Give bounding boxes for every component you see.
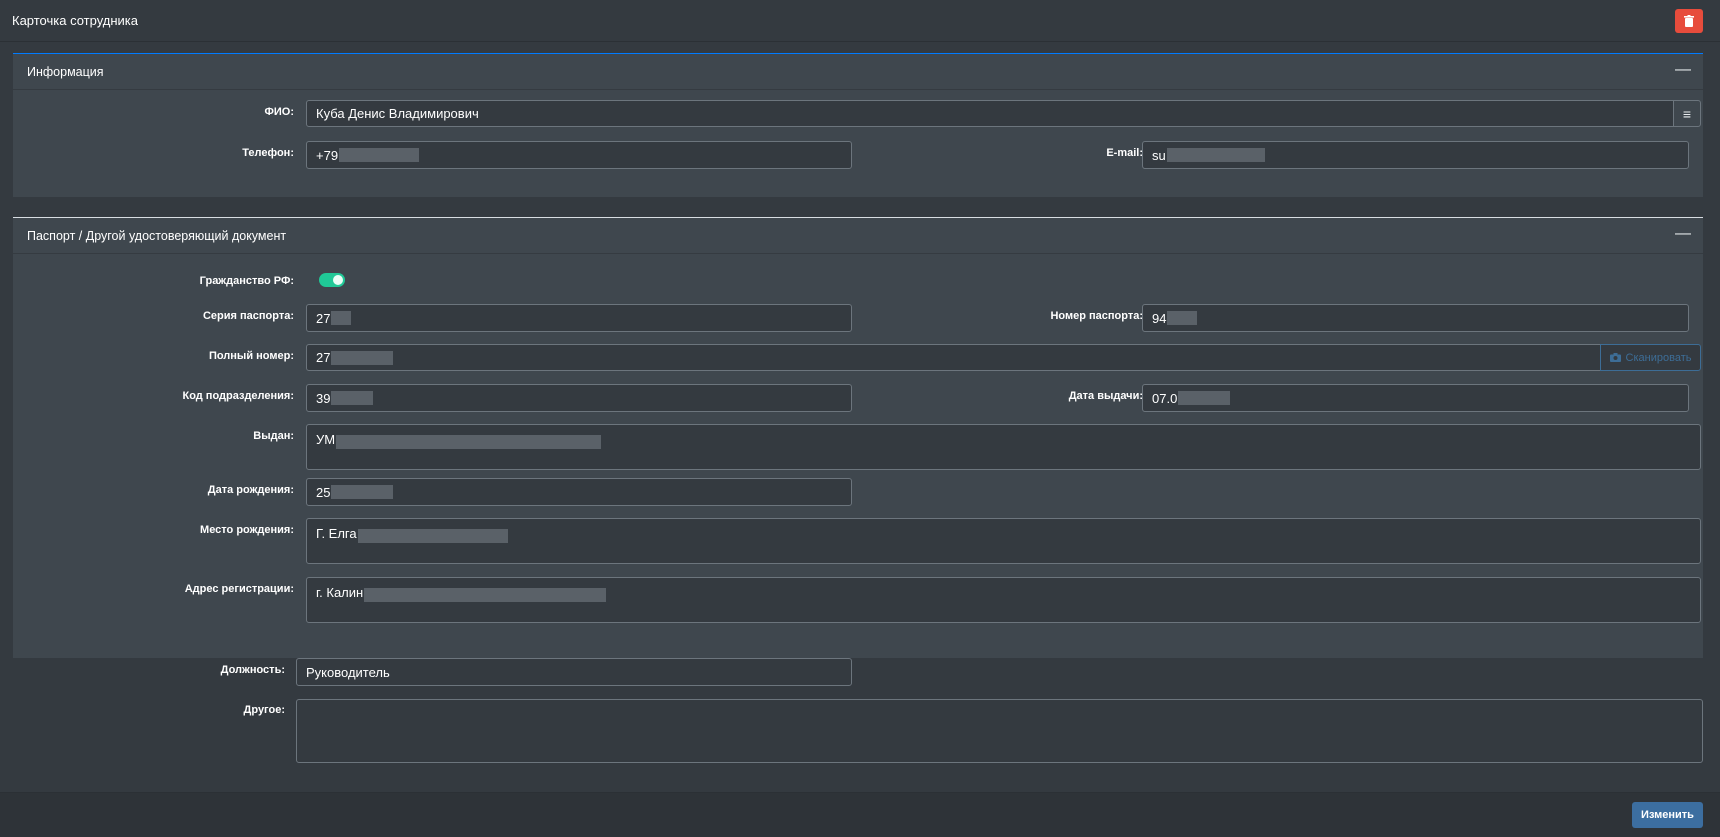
passport-card-header[interactable]: Паспорт / Другой удостоверяющий документ… <box>13 218 1703 254</box>
info-card-title: Информация <box>27 65 104 79</box>
camera-icon <box>1609 353 1621 362</box>
reg-address-label: Адрес регистрации: <box>184 583 294 595</box>
issued-by-label: Выдан: <box>253 430 294 442</box>
number-label: Номер паспорта: <box>1050 310 1143 322</box>
issue-date-label: Дата выдачи: <box>1068 390 1143 402</box>
reg-address-textarea[interactable]: г. Калин <box>306 577 1701 623</box>
menu-icon: ≡ <box>1682 105 1692 122</box>
position-label: Должность: <box>220 664 285 676</box>
fio-label: ФИО: <box>264 106 294 118</box>
fio-menu-button[interactable]: ≡ <box>1673 100 1701 127</box>
page-title: Карточка сотрудника <box>12 13 139 28</box>
dept-code-label: Код подразделения: <box>182 390 294 402</box>
modal-footer: Изменить <box>0 792 1720 837</box>
series-label: Серия паспорта: <box>202 310 294 322</box>
birth-place-label: Место рождения: <box>200 524 294 536</box>
citizenship-toggle[interactable] <box>319 273 345 287</box>
citizenship-label: Гражданство РФ: <box>199 275 294 287</box>
number-input[interactable]: 94 <box>1142 304 1689 332</box>
info-card: Информация — ФИО: Куба Денис Владимирови… <box>13 53 1703 197</box>
birth-date-label: Дата рождения: <box>207 484 294 496</box>
full-number-input[interactable]: 27 <box>306 344 1601 371</box>
save-button[interactable]: Изменить <box>1632 802 1703 828</box>
issue-date-input[interactable]: 07.0 <box>1142 384 1689 412</box>
info-card-header[interactable]: Информация — <box>13 54 1703 90</box>
fio-input[interactable]: Куба Денис Владимирович <box>306 100 1674 127</box>
birth-place-textarea[interactable]: Г. Елга <box>306 518 1701 564</box>
other-label: Другое: <box>243 704 285 716</box>
position-input[interactable]: Руководитель <box>296 658 852 686</box>
collapse-icon[interactable]: — <box>1675 62 1691 78</box>
issued-by-textarea[interactable]: УМ <box>306 424 1701 470</box>
dept-code-input[interactable]: 39 <box>306 384 852 412</box>
modal-header: Карточка сотрудника <box>0 0 1720 42</box>
scan-button[interactable]: Сканировать <box>1600 344 1701 371</box>
full-number-label: Полный номер: <box>208 350 294 362</box>
delete-button[interactable] <box>1675 9 1703 33</box>
modal-body: Информация — ФИО: Куба Денис Владимирови… <box>0 42 1720 792</box>
email-input[interactable]: su <box>1142 141 1689 169</box>
phone-label: Телефон: <box>242 147 294 159</box>
passport-card-title: Паспорт / Другой удостоверяющий документ <box>27 229 287 243</box>
collapse-icon[interactable]: — <box>1675 226 1691 242</box>
email-label: E-mail: <box>1106 147 1143 159</box>
phone-input[interactable]: +79 <box>306 141 852 169</box>
trash-icon <box>1684 15 1694 27</box>
other-textarea[interactable] <box>296 699 1703 763</box>
passport-card: Паспорт / Другой удостоверяющий документ… <box>13 217 1703 658</box>
series-input[interactable]: 27 <box>306 304 852 332</box>
birth-date-input[interactable]: 25 <box>306 478 852 506</box>
